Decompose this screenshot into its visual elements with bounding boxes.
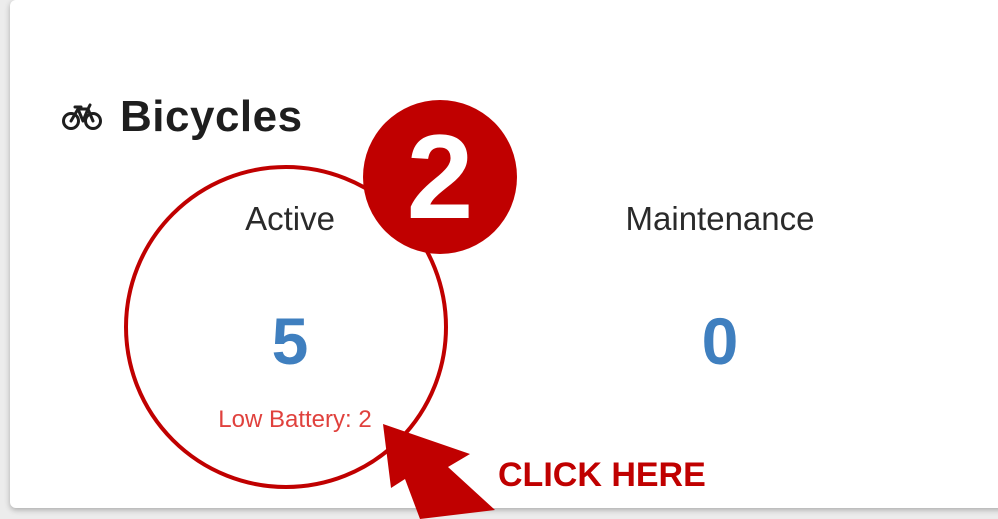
low-battery-link[interactable]: Low Battery: 2 xyxy=(170,406,420,434)
active-label: Active xyxy=(245,200,335,237)
active-count[interactable]: 5 xyxy=(170,303,410,379)
maintenance-count[interactable]: 0 xyxy=(590,303,850,379)
card-title: Bicycles xyxy=(120,92,303,141)
card-header: Bicycles xyxy=(62,92,303,142)
screenshot-stage: Bicycles Active 5 Low Battery: 2 Mainten… xyxy=(0,0,998,519)
maintenance-label: Maintenance xyxy=(625,200,815,237)
bicycle-icon xyxy=(62,103,102,130)
bicycles-card: Bicycles Active 5 Low Battery: 2 Mainten… xyxy=(10,0,998,508)
